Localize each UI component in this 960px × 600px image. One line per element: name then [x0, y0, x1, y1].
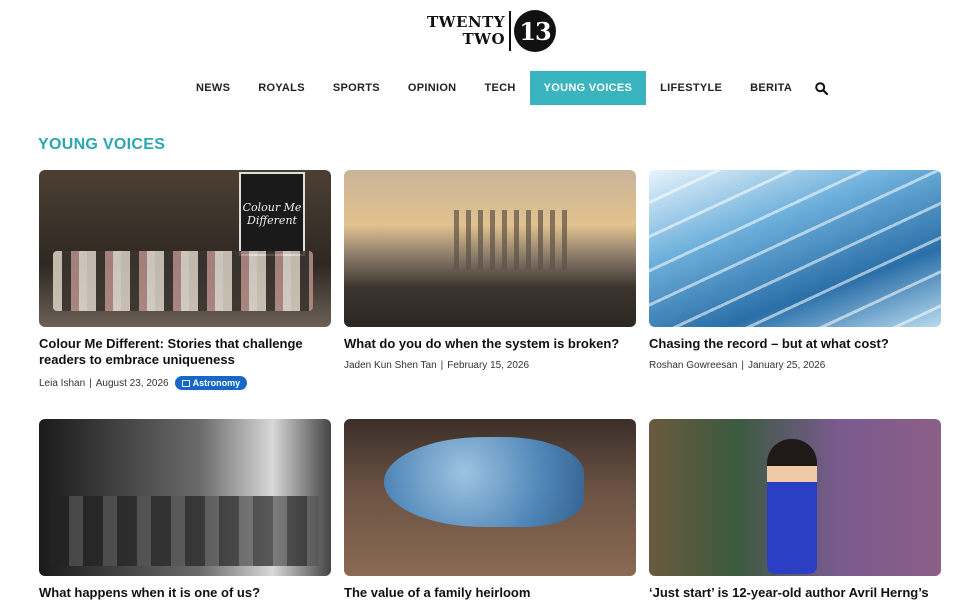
nav-item-young-voices[interactable]: YOUNG VOICES: [529, 71, 647, 105]
article-thumbnail[interactable]: [649, 170, 941, 327]
nav-item-opinion[interactable]: OPINION: [394, 71, 471, 105]
article-date: January 25, 2026: [748, 360, 826, 371]
article-meta: Roshan Gowreesan | January 25, 2026: [649, 360, 941, 371]
poster-image: Colour Me Different: [239, 172, 305, 256]
nav-item-tech[interactable]: TECH: [470, 71, 529, 105]
group-photo: [53, 251, 313, 311]
article-date: February 15, 2026: [447, 360, 529, 371]
calendar-icon: [181, 379, 190, 387]
meta-separator: |: [741, 360, 744, 371]
article-card[interactable]: What happens when it is one of us?: [39, 419, 331, 600]
nav-item-lifestyle[interactable]: LIFESTYLE: [646, 71, 736, 105]
article-card[interactable]: Colour Me Different Colour Me Different:…: [39, 170, 331, 390]
article-title[interactable]: What happens when it is one of us?: [39, 585, 331, 600]
article-date: August 23, 2026: [95, 377, 169, 389]
nav-item-sports[interactable]: SPORTS: [319, 71, 394, 105]
section-title: YOUNG VOICES: [38, 136, 166, 153]
article-thumbnail[interactable]: Colour Me Different: [39, 170, 331, 327]
nav-item-royals[interactable]: ROYALS: [244, 71, 319, 105]
article-card[interactable]: What do you do when the system is broken…: [344, 170, 636, 371]
logo-line-2: TWO: [462, 30, 506, 48]
classroom-desks: [49, 496, 319, 566]
logo-number: 13: [514, 10, 557, 52]
article-author[interactable]: Leia Ishan: [39, 378, 85, 389]
nav-item-news[interactable]: NEWS: [182, 71, 244, 105]
article-title[interactable]: Colour Me Different: Stories that challe…: [39, 336, 331, 368]
article-title[interactable]: ‘Just start’ is 12-year-old author Avril…: [649, 585, 941, 600]
site-logo[interactable]: TWENTY TWO 13: [427, 8, 557, 54]
article-card[interactable]: ‘Just start’ is 12-year-old author Avril…: [649, 419, 941, 600]
author-photo: [767, 439, 817, 574]
article-title[interactable]: What do you do when the system is broken…: [344, 336, 636, 352]
category-tag[interactable]: Astronomy: [174, 376, 248, 390]
search-button[interactable]: [806, 71, 836, 105]
search-icon: [814, 81, 828, 95]
main-nav: NEWS ROYALS SPORTS OPINION TECH YOUNG VO…: [182, 71, 836, 105]
article-thumbnail[interactable]: [344, 170, 636, 327]
article-card[interactable]: The value of a family heirloom: [344, 419, 636, 600]
article-title[interactable]: The value of a family heirloom: [344, 585, 636, 600]
meta-separator: |: [89, 377, 92, 389]
pool-lanes: [649, 170, 941, 327]
article-meta: Jaden Kun Shen Tan | February 15, 2026: [344, 360, 636, 371]
city-skyline: [454, 210, 574, 270]
logo-line-1: TWENTY: [427, 13, 506, 31]
article-author[interactable]: Jaden Kun Shen Tan: [344, 360, 437, 371]
nav-item-berita[interactable]: BERITA: [736, 71, 806, 105]
article-title[interactable]: Chasing the record – but at what cost?: [649, 336, 941, 352]
article-thumbnail[interactable]: [39, 419, 331, 576]
broken-vase: [384, 437, 584, 527]
logo-divider: [509, 11, 512, 51]
article-thumbnail[interactable]: [649, 419, 941, 576]
article-author[interactable]: Roshan Gowreesan: [649, 360, 737, 371]
meta-separator: |: [440, 360, 444, 371]
article-thumbnail[interactable]: [344, 419, 636, 576]
article-card[interactable]: Chasing the record – but at what cost? R…: [649, 170, 941, 371]
article-meta: Leia Ishan | August 23, 2026 Astronomy: [39, 376, 331, 390]
category-tag-label: Astronomy: [192, 378, 241, 388]
